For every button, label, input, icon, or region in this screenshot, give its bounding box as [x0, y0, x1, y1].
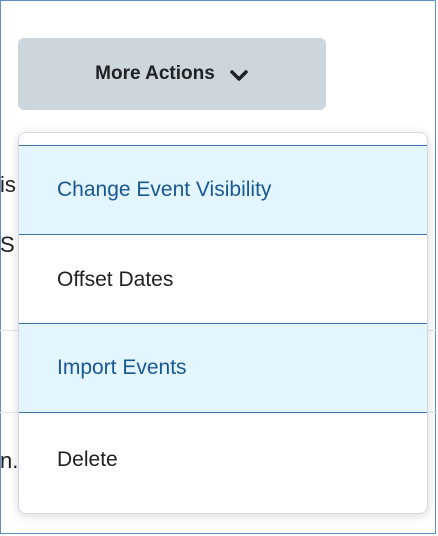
- menu-item-delete[interactable]: Delete: [19, 415, 427, 505]
- menu-item-change-event-visibility[interactable]: Change Event Visibility: [19, 145, 427, 235]
- more-actions-dropdown-menu: Change Event Visibility Offset Dates Imp…: [18, 132, 428, 514]
- more-actions-label: More Actions: [95, 63, 215, 84]
- background-text-fragment: S: [0, 232, 15, 257]
- background-text-fragment: n.: [0, 448, 18, 473]
- menu-item-offset-dates[interactable]: Offset Dates: [19, 235, 427, 325]
- chevron-down-icon: [229, 67, 249, 81]
- more-actions-button[interactable]: More Actions: [18, 38, 326, 110]
- menu-item-import-events[interactable]: Import Events: [19, 323, 427, 413]
- background-text-fragment: is: [0, 172, 16, 197]
